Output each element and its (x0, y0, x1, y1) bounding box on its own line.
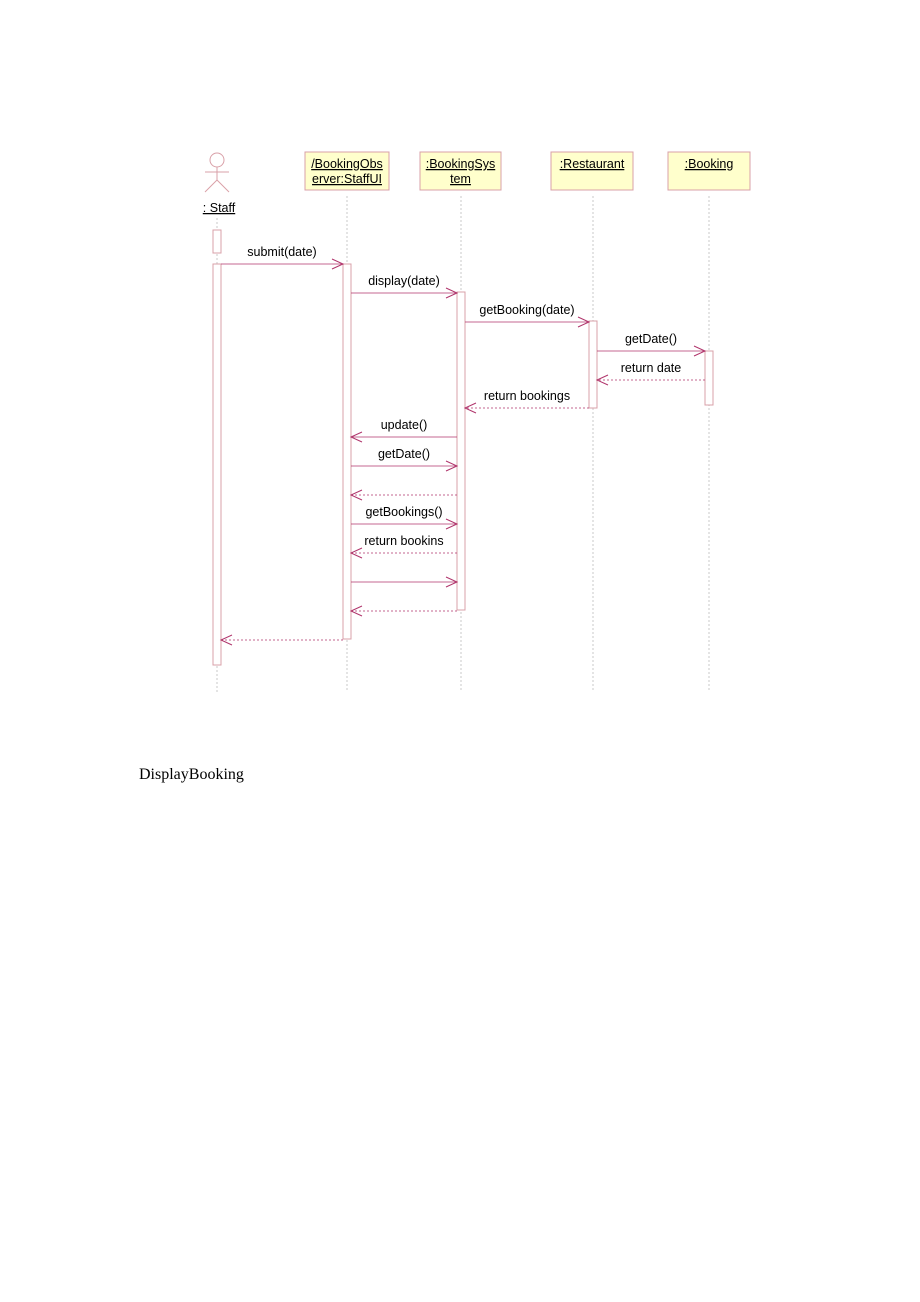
message-return (349, 605, 457, 617)
diagram-caption: DisplayBooking (139, 766, 244, 783)
message-label: getBooking(date) (479, 303, 574, 317)
message-label: return bookins (364, 534, 443, 548)
message-getdate: getDate() (597, 332, 707, 357)
object-label: :Restaurant (560, 157, 625, 171)
message-label: getBookings() (365, 505, 442, 519)
message-display-date: display(date) (351, 274, 459, 299)
message-getdate: getDate() (351, 447, 459, 472)
arrowhead-icon (463, 402, 477, 414)
activation-staffui (342, 263, 352, 640)
object-label: :Booking (685, 157, 734, 171)
message-submit-date: submit(date) (221, 245, 345, 270)
message-return-bookings: return bookings (463, 389, 589, 414)
object-label: /BookingObs (311, 157, 383, 171)
object-label: :BookingSys (426, 157, 495, 171)
message-label: getDate() (625, 332, 677, 346)
object-label: tem (450, 172, 471, 186)
message-getbooking-date: getBooking(date) (465, 303, 591, 328)
message-label: submit(date) (247, 245, 316, 259)
object-bookingsystem: :BookingSystem (419, 151, 502, 191)
actor-staff: : Staff (203, 152, 236, 215)
arrowhead-icon (595, 374, 609, 386)
message-getbookings: getBookings() (351, 505, 459, 530)
message-label: getDate() (378, 447, 430, 461)
actor-left-leg (204, 179, 218, 193)
activation-restaurant (588, 320, 598, 409)
message-return (349, 489, 457, 501)
message-return (219, 634, 343, 646)
sequence-diagram: : Staff/BookingObserver:StaffUI :BookingS… (203, 151, 751, 692)
message-return (351, 576, 459, 588)
message-label: return bookings (484, 389, 570, 403)
actor-label: : Staff (203, 201, 236, 215)
actor-head (209, 152, 225, 168)
object-staffui: /BookingObserver:StaffUI (304, 151, 390, 191)
object-label: erver:StaffUI (312, 172, 382, 186)
activation-booking (704, 350, 714, 406)
actor-right-leg (216, 179, 230, 193)
message-return-date: return date (595, 361, 705, 386)
message-label: display(date) (368, 274, 440, 288)
object-booking: :Booking (667, 151, 751, 191)
message-label: update() (381, 418, 428, 432)
activation-staff (212, 229, 222, 254)
message-label: return date (621, 361, 682, 375)
activation-bookingsystem (456, 291, 466, 611)
message-update: update() (349, 418, 457, 443)
message-return-bookins: return bookins (349, 534, 457, 559)
activation-staff (212, 263, 222, 666)
object-restaurant: :Restaurant (550, 151, 634, 191)
